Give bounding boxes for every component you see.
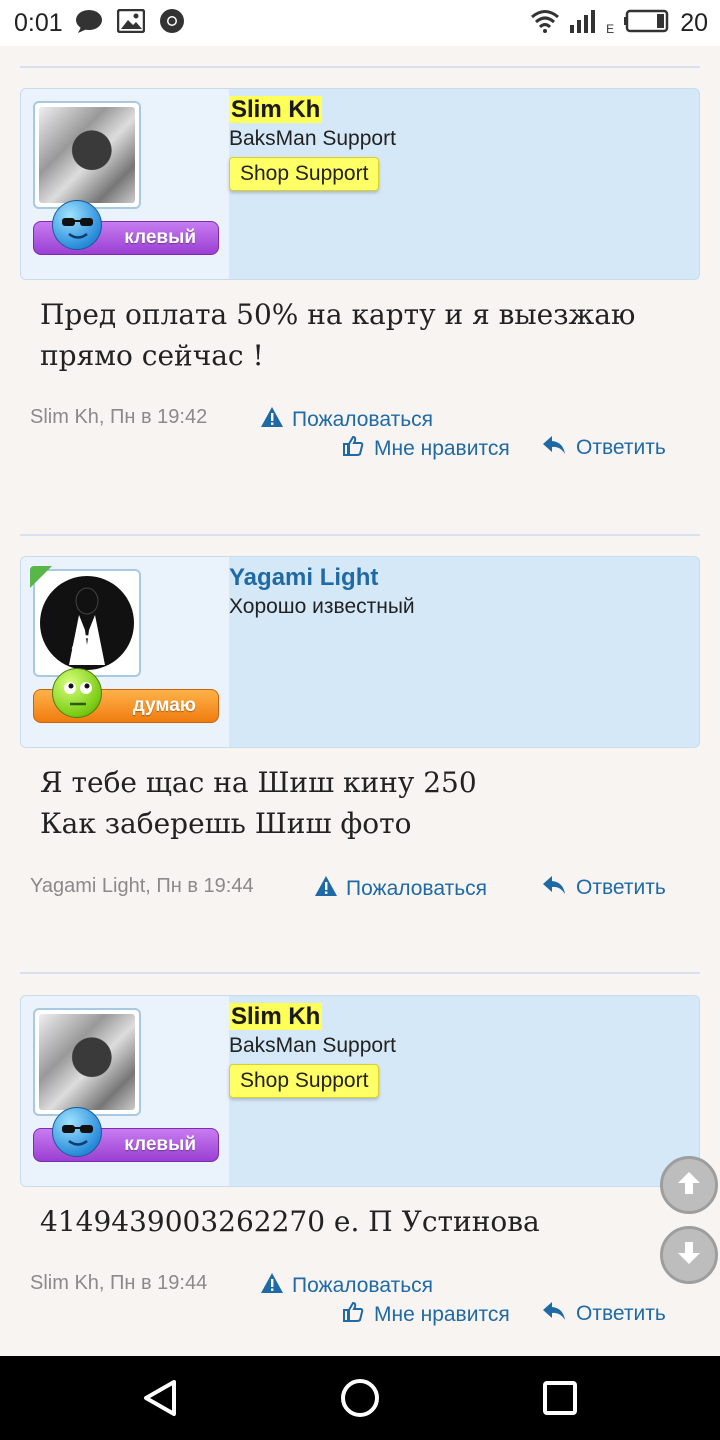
online-indicator xyxy=(30,566,52,588)
warning-icon xyxy=(260,1272,284,1300)
report-button[interactable]: Пожаловаться xyxy=(260,406,433,434)
warning-icon xyxy=(314,875,338,903)
signal-icon xyxy=(570,9,604,38)
thread-content[interactable]: клевый Slim Kh BaksMan Support Shop Supp… xyxy=(0,46,720,1356)
home-button[interactable] xyxy=(338,1376,382,1420)
username-link[interactable]: Yagami Light xyxy=(229,564,378,591)
mood-badge: клевый xyxy=(33,200,219,255)
avatar-image xyxy=(39,575,135,671)
reply-icon xyxy=(542,435,566,461)
post-meta[interactable]: Yagami Light, Пн в 19:44 xyxy=(30,875,254,898)
avatar-column: думаю xyxy=(21,557,229,747)
post-message: 4149439003262270 е. П Устинова xyxy=(40,1205,540,1238)
report-button[interactable]: Пожаловаться xyxy=(314,875,487,903)
post-3: клевый Slim Kh BaksMan Support Shop Supp… xyxy=(20,995,700,1242)
cool-smiley-icon xyxy=(52,1107,102,1157)
battery-icon xyxy=(624,9,670,38)
username-link[interactable]: Slim Kh xyxy=(229,1003,323,1030)
user-banner: Shop Support xyxy=(229,157,380,191)
message-line: Как заберешь Шиш фото xyxy=(40,807,412,840)
like-button[interactable]: Мне нравится xyxy=(342,1301,510,1329)
report-label: Пожаловаться xyxy=(346,877,488,900)
reply-icon xyxy=(542,875,566,901)
post-meta[interactable]: Slim Kh, Пн в 19:42 xyxy=(30,406,207,429)
user-info-box: клевый Slim Kh BaksMan Support Shop Supp… xyxy=(20,995,700,1187)
post-message: Пред оплата 50% на карту и я выезжаю пря… xyxy=(40,298,636,372)
network-type-label: E xyxy=(606,22,615,36)
scroll-up-button[interactable] xyxy=(660,1156,718,1214)
status-time: 0:01 xyxy=(14,8,63,37)
thumbs-up-icon xyxy=(342,1301,364,1329)
recents-button[interactable] xyxy=(538,1376,582,1420)
thumbs-up-icon xyxy=(342,435,364,463)
reply-button[interactable]: Ответить xyxy=(542,875,666,901)
user-title: BaksMan Support xyxy=(229,1034,396,1057)
image-icon xyxy=(116,8,145,38)
battery-level: 20 xyxy=(680,8,708,37)
chrome-icon xyxy=(159,8,185,39)
chat-icon xyxy=(75,9,103,38)
user-info: Slim Kh BaksMan Support Shop Support xyxy=(229,95,396,191)
thinking-smiley-icon xyxy=(52,668,102,718)
username-link[interactable]: Slim Kh xyxy=(229,96,323,123)
post-meta[interactable]: Slim Kh, Пн в 19:44 xyxy=(30,1272,207,1295)
avatar-column: клевый xyxy=(21,996,229,1186)
post-divider xyxy=(20,972,700,974)
status-bar: 0:01 E 20 xyxy=(0,0,720,46)
arrow-up-icon xyxy=(675,1169,703,1202)
mood-badge: клевый xyxy=(33,1107,219,1162)
recents-square-icon xyxy=(538,1381,582,1424)
post-2: думаю Yagami Light Хорошо известный Я те… xyxy=(20,556,700,844)
wifi-icon xyxy=(530,9,560,38)
home-circle-icon xyxy=(338,1379,382,1424)
user-info-box: думаю Yagami Light Хорошо известный xyxy=(20,556,700,748)
user-info-box: клевый Slim Kh BaksMan Support Shop Supp… xyxy=(20,88,700,280)
user-info: Yagami Light Хорошо известный xyxy=(229,563,415,621)
navigation-bar xyxy=(0,1356,720,1440)
reply-label: Ответить xyxy=(576,1302,666,1325)
scroll-down-button[interactable] xyxy=(660,1226,718,1284)
message-line: Я тебе щас на Шиш кину 250 xyxy=(40,766,477,799)
user-title: Хорошо известный xyxy=(229,595,415,618)
report-label: Пожаловаться xyxy=(292,1274,434,1297)
mood-badge: думаю xyxy=(33,668,219,723)
report-button[interactable]: Пожаловаться xyxy=(260,1272,433,1300)
avatar[interactable] xyxy=(33,1008,141,1116)
back-button[interactable] xyxy=(138,1376,182,1420)
like-button[interactable]: Мне нравится xyxy=(342,435,510,463)
avatar-column: клевый xyxy=(21,89,229,279)
avatar-image xyxy=(39,1014,135,1110)
mood-label: клевый xyxy=(124,227,196,248)
avatar[interactable] xyxy=(33,101,141,209)
reply-button[interactable]: Ответить xyxy=(542,435,666,461)
warning-icon xyxy=(260,406,284,434)
post-divider xyxy=(20,534,700,536)
reply-label: Ответить xyxy=(576,876,666,899)
mood-label: думаю xyxy=(132,695,196,716)
reply-icon xyxy=(542,1301,566,1327)
mood-label: клевый xyxy=(124,1134,196,1155)
user-banner: Shop Support xyxy=(229,1064,380,1098)
post-1: клевый Slim Kh BaksMan Support Shop Supp… xyxy=(20,88,700,376)
post-message: Я тебе щас на Шиш кину 250 Как заберешь … xyxy=(20,748,700,844)
reply-label: Ответить xyxy=(576,436,666,459)
arrow-down-icon xyxy=(675,1239,703,1272)
avatar-image xyxy=(39,107,135,203)
report-label: Пожаловаться xyxy=(292,408,434,431)
post-divider xyxy=(20,66,700,68)
back-triangle-icon xyxy=(138,1380,182,1424)
cool-smiley-icon xyxy=(52,200,102,250)
user-title: BaksMan Support xyxy=(229,127,396,150)
user-info: Slim Kh BaksMan Support Shop Support xyxy=(229,1002,396,1098)
like-label: Мне нравится xyxy=(374,1303,510,1326)
status-right: E 20 xyxy=(530,0,708,46)
like-label: Мне нравится xyxy=(374,437,510,460)
reply-button[interactable]: Ответить xyxy=(542,1301,666,1327)
